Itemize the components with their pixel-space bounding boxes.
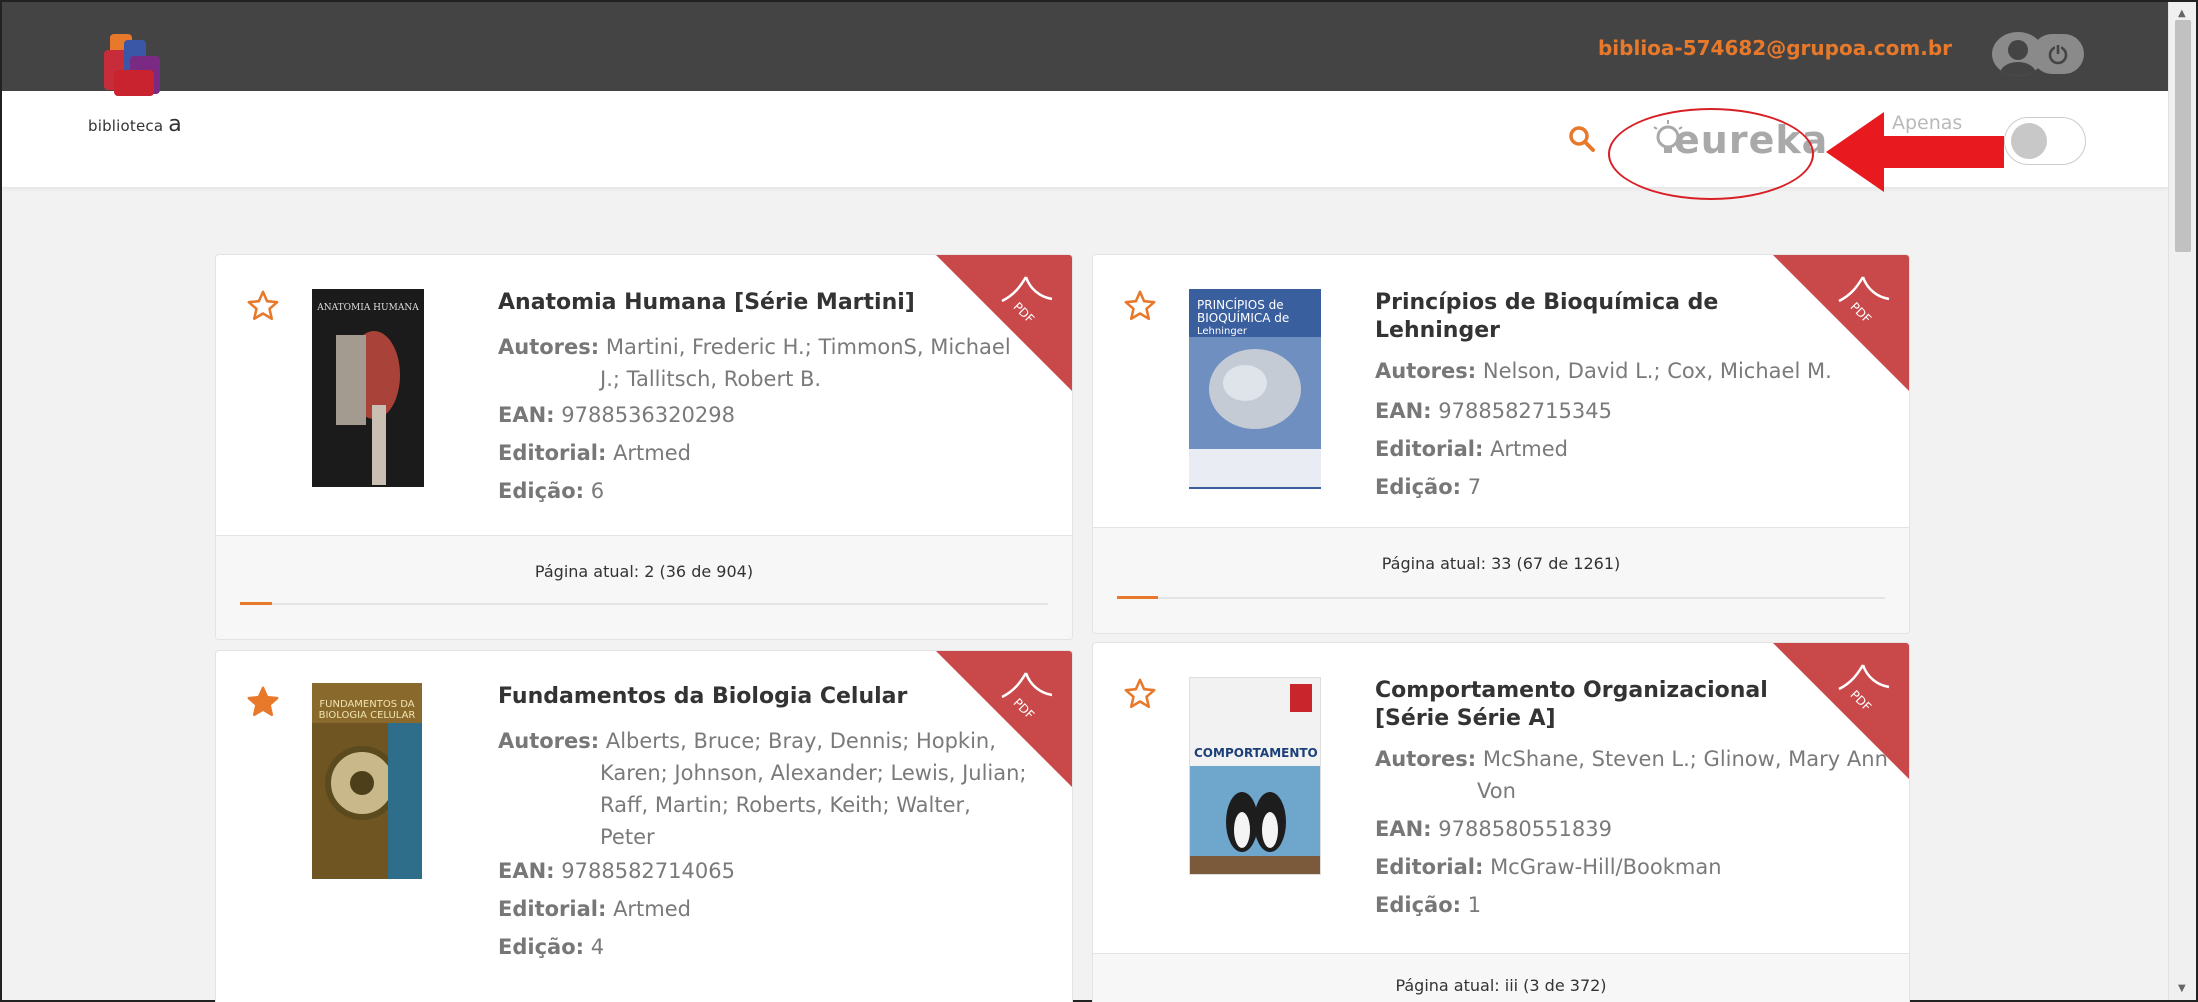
book-card[interactable]: COMPORTAMENTO Comportamento Organizacion…: [1092, 642, 1910, 1002]
book-cover-image[interactable]: ANATOMIA HUMANA: [312, 289, 424, 487]
book-cover-image[interactable]: COMPORTAMENTO: [1189, 677, 1321, 875]
filter-label: Apenas: [1892, 112, 1963, 134]
current-page-label: Página atual: 2 (36 de 904): [534, 562, 754, 581]
current-page-label: Página atual: 33 (67 de 1261): [1381, 554, 1621, 573]
book-cover-image[interactable]: FUNDAMENTOS DA BIOLOGIA CELULAR: [312, 683, 422, 879]
book-ean: EAN: 9788582715345: [1375, 399, 1612, 423]
card-footer: Página atual: 33 (67 de 1261): [1093, 527, 1909, 633]
search-icon[interactable]: [1567, 124, 1597, 154]
reading-progress-bar: [240, 602, 1048, 605]
book-edition: Edição: 6: [498, 479, 605, 503]
book-publisher: Editorial: Artmed: [1375, 437, 1569, 461]
cover-text: FUNDAMENTOS DA BIOLOGIA CELULAR: [318, 699, 416, 721]
book-title[interactable]: Fundamentos da Biologia Celular: [498, 683, 907, 711]
cover-badge: [1290, 684, 1312, 712]
book-card[interactable]: FUNDAMENTOS DA BIOLOGIA CELULAR Fundamen…: [215, 650, 1073, 1002]
book-publisher: Editorial: Artmed: [498, 897, 692, 921]
logo-icon[interactable]: [102, 30, 172, 102]
book-edition: Edição: 7: [1375, 475, 1482, 499]
pdf-badge: PDF: [936, 651, 1072, 787]
book-authors: Autores: Martini, Frederic H.; TimmonS, …: [498, 335, 1011, 391]
user-email[interactable]: biblioa-574682@grupoa.com.br: [1598, 36, 1952, 60]
svg-text:PDF: PDF: [1848, 688, 1875, 714]
reading-progress-fill: [1117, 596, 1158, 599]
reading-progress-bar: [1117, 596, 1885, 599]
book-title[interactable]: Princípios de Bioquímica de Lehninger: [1375, 289, 1718, 345]
book-ean: EAN: 9788582714065: [498, 859, 735, 883]
favorite-star-icon[interactable]: [246, 685, 280, 719]
book-authors: Autores: Nelson, David L.; Cox, Michael …: [1375, 359, 1832, 383]
svg-text:PDF: PDF: [1011, 300, 1038, 326]
pdf-icon: PDF: [1838, 276, 1890, 326]
pdf-icon: PDF: [1001, 672, 1053, 722]
svg-text:PDF: PDF: [1011, 696, 1038, 722]
cover-text: COMPORTAMENTO: [1194, 746, 1318, 760]
pdf-icon: PDF: [1838, 664, 1890, 714]
svg-text:PDF: PDF: [1848, 300, 1875, 326]
scroll-up-icon[interactable]: ▲: [2178, 8, 2186, 19]
logout-button[interactable]: [2032, 34, 2084, 74]
favorite-star-icon[interactable]: [1123, 289, 1157, 323]
book-edition: Edição: 1: [1375, 893, 1482, 917]
scrollbar[interactable]: ▲ ▼: [2168, 2, 2196, 1000]
favorite-star-icon[interactable]: [1123, 677, 1157, 711]
book-title[interactable]: Comportamento Organizacional [Série Séri…: [1375, 677, 1768, 733]
book-title[interactable]: Anatomia Humana [Série Martini]: [498, 289, 915, 317]
scroll-thumb[interactable]: [2175, 20, 2191, 252]
book-edition: Edição: 4: [498, 935, 605, 959]
book-card[interactable]: PRINCÍPIOS de BIOQUÍMICA de Lehninger Pr…: [1092, 254, 1910, 634]
favorite-star-icon[interactable]: [246, 289, 280, 323]
annotation-ellipse: [1608, 108, 1814, 200]
reading-progress-fill: [240, 602, 273, 605]
book-cover-image[interactable]: PRINCÍPIOS de BIOQUÍMICA de Lehninger: [1189, 289, 1321, 489]
card-footer: Página atual: 2 (36 de 904): [216, 535, 1072, 639]
logo-text: biblioteca a: [88, 112, 182, 137]
book-ean: EAN: 9788580551839: [1375, 817, 1612, 841]
book-publisher: Editorial: Artmed: [498, 441, 692, 465]
book-card[interactable]: ANATOMIA HUMANA Anatomia Humana [Série M…: [215, 254, 1073, 640]
cover-text: ANATOMIA HUMANA: [317, 303, 419, 313]
filter-toggle[interactable]: [2004, 117, 2086, 165]
pdf-badge: PDF: [1773, 255, 1909, 391]
current-page-label: Página atual: iii (3 de 372): [1395, 976, 1607, 995]
book-publisher: Editorial: McGraw-Hill/Bookman: [1375, 855, 1722, 879]
card-footer: Página atual: iii (3 de 372): [1093, 953, 1909, 1002]
scroll-down-icon[interactable]: ▼: [2178, 983, 2186, 994]
book-ean: EAN: 9788536320298: [498, 403, 735, 427]
power-icon: [2048, 44, 2068, 65]
pdf-badge: PDF: [1773, 643, 1909, 779]
pdf-icon: PDF: [1001, 276, 1053, 326]
pdf-badge: PDF: [936, 255, 1072, 391]
